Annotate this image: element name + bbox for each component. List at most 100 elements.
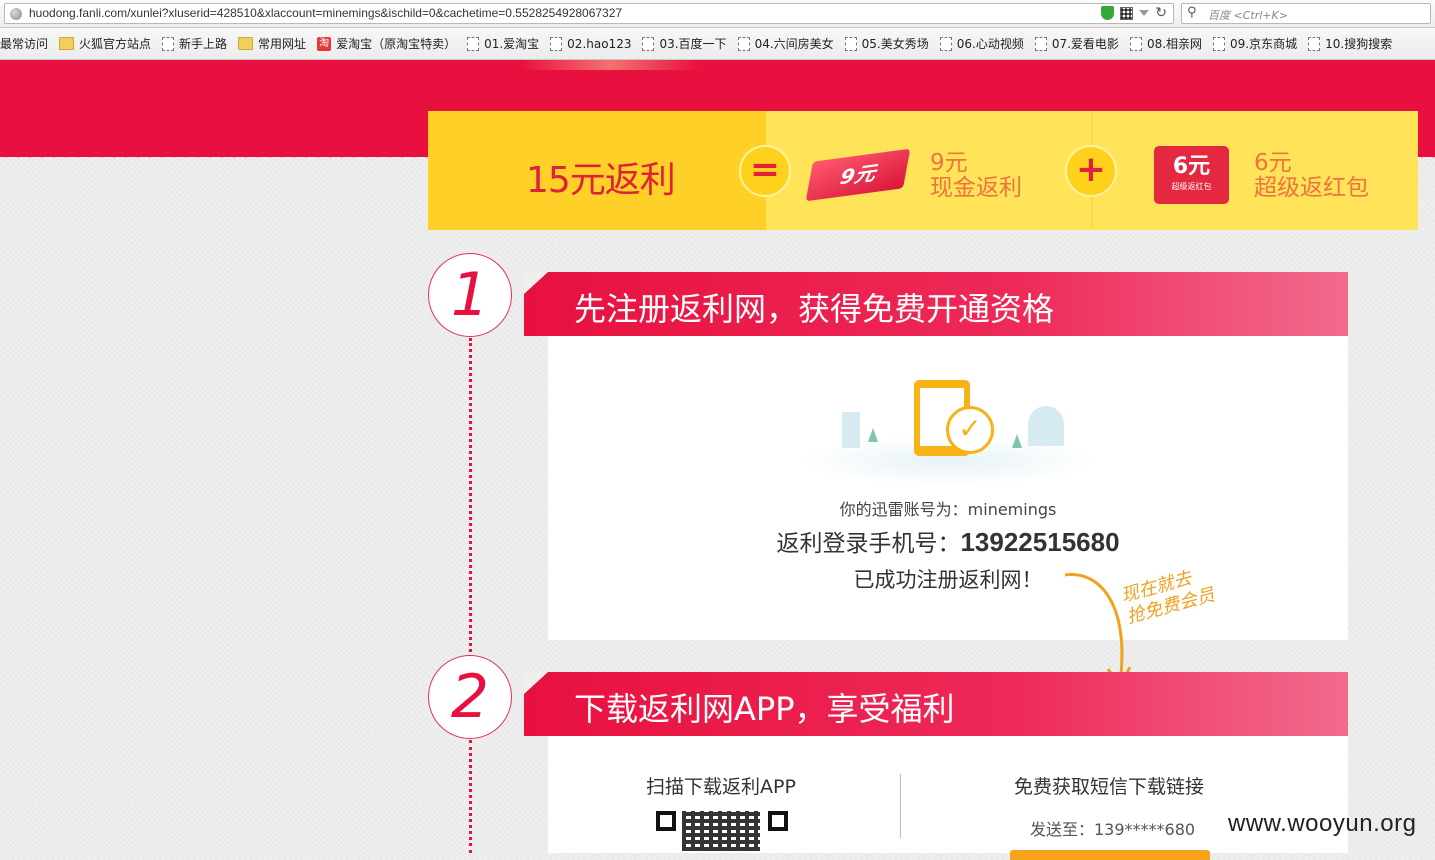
globe-icon — [10, 8, 22, 20]
bookmarks-toolbar: 最常访问 火狐官方站点 新手上路 常用网址 淘爱淘宝（原淘宝特卖） 01.爱淘宝… — [0, 28, 1435, 60]
plus-icon: + — [1065, 145, 1117, 197]
hero-decoration — [520, 60, 700, 70]
bookmark-item[interactable]: 04.六间房美女 — [737, 35, 834, 52]
shield-icon[interactable] — [1101, 6, 1115, 20]
step-1-card: ✓ 你的迅雷账号为：minemings 返利登录手机号：13922515680 … — [548, 336, 1348, 640]
bonus-text: 6元 超级返红包 — [1254, 151, 1369, 201]
cash-rebate-text: 9元 现金返利 — [930, 151, 1022, 201]
send-to-phone: 发送至：139*****680 — [1030, 820, 1196, 839]
page-icon — [1213, 36, 1226, 51]
rebate-total: 15元返利 — [526, 160, 676, 201]
bookmark-item[interactable]: 03.百度一下 — [642, 35, 727, 52]
step-number-1: 1 — [428, 253, 512, 337]
bookmark-item[interactable]: 最常访问 — [0, 35, 48, 52]
folder-icon — [238, 37, 254, 50]
cash-amount: 9元 — [930, 150, 968, 176]
bookmark-item[interactable]: 常用网址 — [238, 35, 306, 52]
bookmark-label: 06.心动视频 — [956, 37, 1024, 51]
url-icons: ↻ — [1101, 6, 1167, 20]
sms-download-title: 免费获取短信下载链接 — [1014, 776, 1205, 798]
bookmark-label: 火狐官方站点 — [79, 37, 152, 51]
register-illustration: ✓ — [798, 376, 1098, 496]
bookmark-label: 07.爱看电影 — [1051, 37, 1119, 51]
bookmark-item[interactable]: 01.爱淘宝 — [467, 35, 539, 52]
step-number-2: 2 — [428, 655, 512, 739]
url-field[interactable]: huodong.fanli.com/xunlei?xluserid=428510… — [4, 3, 1174, 24]
bookmark-label: 09.京东商城 — [1230, 37, 1298, 51]
page-icon — [550, 36, 563, 51]
bookmark-item[interactable]: 08.相亲网 — [1129, 35, 1203, 52]
tree-icon — [1012, 434, 1022, 448]
step-2-title: 下载返利网APP，享受福利 — [574, 690, 955, 728]
page-icon — [1129, 36, 1142, 51]
bookmark-label: 02.hao123 — [567, 36, 632, 51]
watermark: www.wooyun.org — [1228, 810, 1417, 837]
search-icon[interactable]: ⚲ — [1187, 5, 1197, 20]
step-1-title: 先注册返利网，获得免费开通资格 — [574, 290, 1055, 328]
cloud-icon — [1028, 406, 1064, 446]
qr-modules — [682, 811, 760, 851]
page-icon — [1034, 36, 1047, 51]
page-icon — [642, 36, 655, 51]
qr-finder — [768, 811, 788, 831]
page-icon — [737, 36, 750, 51]
checkmark-icon: ✓ — [946, 406, 994, 454]
bookmark-item[interactable]: 10.搜狗搜索 — [1308, 35, 1392, 52]
cash-label: 现金返利 — [930, 175, 1022, 201]
bookmark-item[interactable]: 05.美女秀场 — [844, 35, 929, 52]
page-icon — [844, 36, 857, 51]
url-text[interactable]: huodong.fanli.com/xunlei?xluserid=428510… — [29, 6, 622, 20]
search-placeholder: 百度 <Ctrl+K> — [1208, 9, 1288, 22]
address-bar: huodong.fanli.com/xunlei?xluserid=428510… — [0, 0, 1435, 28]
bookmark-item[interactable]: 淘爱淘宝（原淘宝特卖） — [317, 35, 456, 52]
reload-icon[interactable]: ↻ — [1155, 6, 1167, 20]
bookmark-label: 爱淘宝（原淘宝特卖） — [336, 37, 457, 51]
step-1-header: 先注册返利网，获得免费开通资格 — [524, 272, 1348, 336]
bookmark-label: 常用网址 — [258, 37, 307, 51]
bonus-label: 超级返红包 — [1254, 175, 1369, 201]
xunlei-account: 你的迅雷账号为：minemings — [839, 500, 1057, 519]
qrcode-icon[interactable] — [1120, 6, 1134, 20]
redpack-icon: 6元 超级返红包 — [1154, 146, 1229, 204]
bookmark-label: 01.爱淘宝 — [484, 37, 540, 51]
timeline-line — [469, 338, 472, 658]
send-sms-button[interactable] — [1010, 850, 1210, 860]
search-input[interactable]: ⚲ 百度 <Ctrl+K> — [1181, 3, 1431, 24]
equals-icon: = — [739, 145, 791, 197]
bookmark-label: 04.六间房美女 — [754, 37, 834, 51]
bookmark-item[interactable]: 新手上路 — [162, 35, 227, 52]
qrcode-icon[interactable] — [656, 811, 788, 851]
scan-download-title: 扫描下载返利APP — [646, 776, 796, 798]
bookmark-label: 10.搜狗搜索 — [1325, 37, 1393, 51]
rebate-banner: 15元返利 = 9元 9元 现金返利 + 6元 超级返红包 6元 超级返红包 — [428, 111, 1418, 230]
bookmark-item[interactable]: 07.爱看电影 — [1034, 35, 1119, 52]
building-icon — [842, 412, 860, 448]
timeline-line — [469, 740, 472, 853]
bookmark-label: 新手上路 — [179, 37, 228, 51]
folder-icon — [59, 37, 75, 50]
page-icon — [467, 36, 480, 51]
bookmark-item[interactable]: 02.hao123 — [550, 36, 632, 51]
login-phone-number: 13922515680 — [960, 527, 1120, 557]
dropdown-arrow-icon[interactable] — [1139, 10, 1150, 16]
page-icon — [162, 36, 175, 51]
qr-finder — [656, 811, 676, 831]
login-phone: 返利登录手机号：13922515680 — [548, 524, 1348, 558]
redpack-sub: 超级返红包 — [1171, 182, 1212, 191]
cash-ribbon-icon: 9元 — [805, 148, 911, 202]
tree-icon — [868, 428, 878, 442]
bookmark-label: 最常访问 — [0, 37, 49, 51]
login-phone-label: 返利登录手机号： — [776, 531, 961, 557]
redpack-amount: 6元 — [1172, 154, 1211, 179]
bonus-amount: 6元 — [1254, 150, 1292, 176]
bookmark-item[interactable]: 09.京东商城 — [1213, 35, 1297, 52]
step-2-header: 下载返利网APP，享受福利 — [524, 672, 1348, 736]
page-icon — [1308, 36, 1321, 51]
bookmark-item[interactable]: 06.心动视频 — [939, 35, 1024, 52]
column-divider — [900, 774, 901, 838]
bookmark-item[interactable]: 火狐官方站点 — [59, 35, 151, 52]
bookmark-label: 08.相亲网 — [1146, 37, 1203, 51]
taobao-icon: 淘 — [317, 36, 332, 51]
register-success: 已成功注册返利网！ — [853, 568, 1043, 592]
page-icon — [939, 36, 952, 51]
